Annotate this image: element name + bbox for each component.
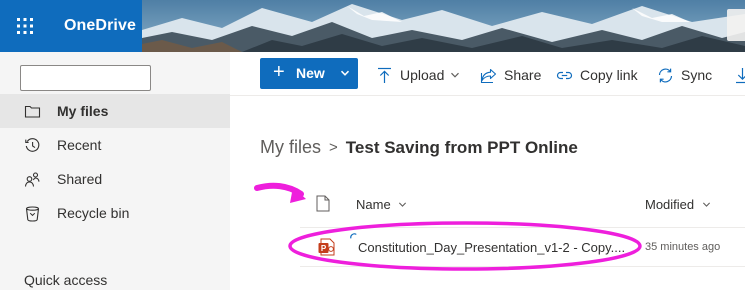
new-button-label: New bbox=[296, 65, 325, 81]
svg-text:P: P bbox=[321, 244, 327, 253]
share-label: Share bbox=[504, 67, 542, 83]
breadcrumb-separator: > bbox=[329, 139, 338, 156]
column-name-label: Name bbox=[356, 197, 391, 212]
sync-label: Sync bbox=[681, 67, 713, 83]
app-launcher-button[interactable] bbox=[0, 0, 50, 52]
nav-item-recent[interactable]: Recent bbox=[0, 128, 230, 162]
copy-link-label: Copy link bbox=[580, 67, 638, 83]
column-modified-label: Modified bbox=[645, 197, 695, 212]
nav-item-recycle-bin[interactable]: Recycle bin bbox=[0, 196, 230, 230]
left-navigation: My files Recent Shared Recycle bin Quick… bbox=[0, 52, 230, 290]
folder-icon bbox=[24, 105, 41, 118]
search-input[interactable] bbox=[20, 65, 151, 91]
copy-link-button[interactable]: Copy link bbox=[556, 65, 638, 85]
link-icon bbox=[556, 71, 573, 79]
breadcrumb-root[interactable]: My files bbox=[260, 137, 321, 158]
nav-item-label: Recycle bin bbox=[57, 205, 130, 221]
nav-item-label: Shared bbox=[57, 171, 103, 187]
app-title[interactable]: OneDrive bbox=[64, 17, 136, 35]
table-row[interactable]: P Constitution_Day_Presentation_v1-2 - C… bbox=[300, 228, 745, 266]
download-button[interactable] bbox=[734, 65, 745, 85]
people-icon bbox=[24, 172, 40, 187]
annotation-arrow bbox=[254, 182, 304, 197]
command-bar: + New Upload Share Copy link Sync bbox=[230, 52, 745, 96]
nav-item-shared[interactable]: Shared bbox=[0, 162, 230, 196]
chevron-down-icon bbox=[702, 202, 710, 207]
breadcrumb: My files > Test Saving from PPT Online bbox=[260, 137, 578, 158]
share-icon bbox=[480, 68, 497, 83]
nav-item-label: My files bbox=[57, 103, 109, 119]
column-header-name[interactable]: Name bbox=[356, 197, 407, 212]
header-banner-image bbox=[142, 0, 745, 52]
chevron-down-icon bbox=[340, 70, 350, 76]
file-modified-value: 35 minutes ago bbox=[645, 241, 721, 253]
download-icon bbox=[736, 67, 745, 83]
upload-button[interactable]: Upload bbox=[376, 65, 460, 85]
new-button[interactable]: + New bbox=[260, 58, 358, 89]
nav-item-label: Recent bbox=[57, 137, 102, 153]
clock-icon bbox=[25, 138, 40, 152]
suite-header: OneDrive bbox=[0, 0, 745, 52]
row-divider bbox=[300, 266, 745, 267]
breadcrumb-current: Test Saving from PPT Online bbox=[345, 137, 578, 157]
waffle-icon bbox=[17, 18, 33, 34]
plus-icon: + bbox=[273, 61, 285, 83]
file-name-link[interactable]: Constitution_Day_Presentation_v1-2 - Cop… bbox=[358, 240, 625, 255]
file-type-icon bbox=[316, 195, 330, 212]
header-search-box[interactable] bbox=[727, 9, 745, 41]
upload-label: Upload bbox=[400, 67, 445, 83]
share-button[interactable]: Share bbox=[480, 65, 541, 85]
nav-section-quick-access[interactable]: Quick access bbox=[24, 272, 107, 288]
chevron-down-icon bbox=[399, 202, 407, 207]
sync-button[interactable]: Sync bbox=[657, 65, 712, 85]
column-header-modified[interactable]: Modified bbox=[645, 197, 711, 212]
sync-icon bbox=[658, 68, 673, 82]
nav-item-my-files[interactable]: My files bbox=[0, 94, 230, 128]
upload-icon bbox=[378, 67, 391, 83]
powerpoint-icon: P bbox=[318, 238, 335, 256]
trash-icon bbox=[25, 206, 40, 222]
chevron-down-icon bbox=[451, 72, 460, 78]
annotation-arrowhead bbox=[290, 187, 306, 203]
